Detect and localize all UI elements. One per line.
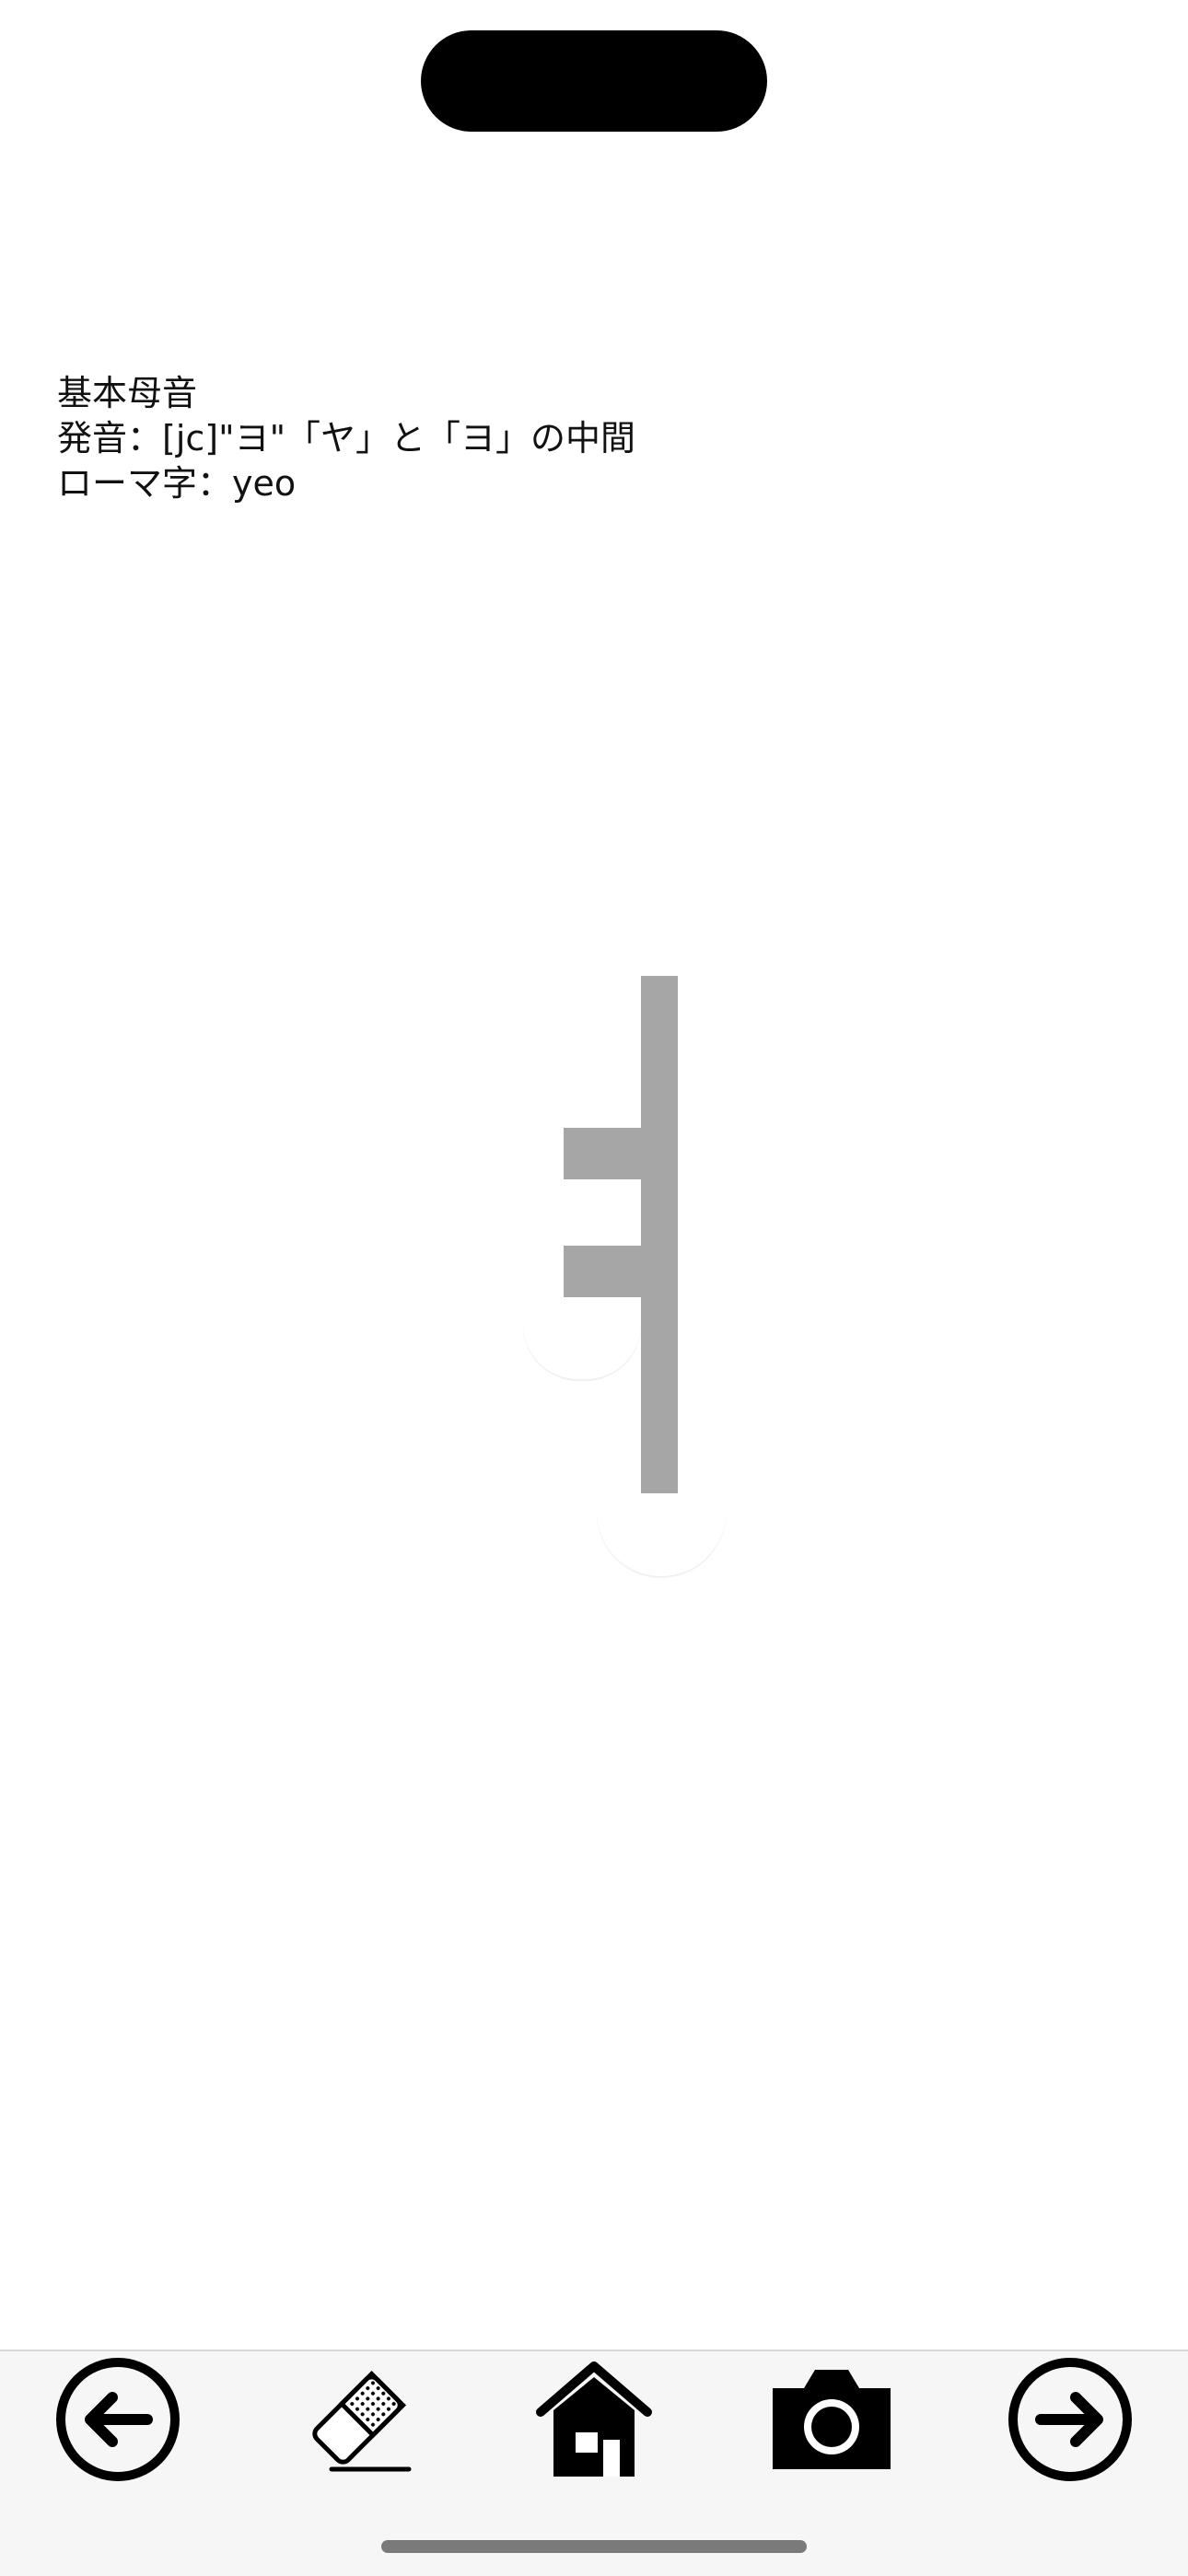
home-icon — [536, 2361, 652, 2477]
character-info: 基本母音 発音：[jc]"ヨ"「ヤ」と「ヨ」の中間 ローマ字：yeo — [57, 371, 635, 506]
arrow-left-circle-icon — [56, 2358, 180, 2481]
stroke-end-marker — [523, 1305, 641, 1379]
camera-button[interactable] — [758, 2351, 905, 2488]
drawing-canvas[interactable] — [497, 957, 737, 1602]
next-button[interactable] — [996, 2351, 1144, 2488]
arrow-right-circle-icon — [1008, 2358, 1132, 2481]
home-indicator — [381, 2540, 807, 2553]
stroke-guide-vertical — [641, 976, 678, 1493]
pronunciation-text: 発音：[jc]"ヨ"「ヤ」と「ヨ」の中間 — [57, 418, 636, 458]
eraser-button[interactable] — [284, 2351, 431, 2488]
stroke-guide-horizontal-bottom — [564, 1246, 641, 1297]
stroke-end-marker — [597, 1493, 726, 1576]
vowel-category: 基本母音 — [57, 373, 198, 413]
romanization-text: ローマ字：yeo — [57, 463, 297, 504]
eraser-icon — [312, 2370, 412, 2472]
home-button[interactable] — [520, 2351, 668, 2488]
dynamic-island — [421, 30, 767, 132]
camera-icon — [773, 2370, 891, 2469]
previous-button[interactable] — [44, 2351, 192, 2488]
stroke-guide-horizontal-top — [564, 1128, 641, 1179]
